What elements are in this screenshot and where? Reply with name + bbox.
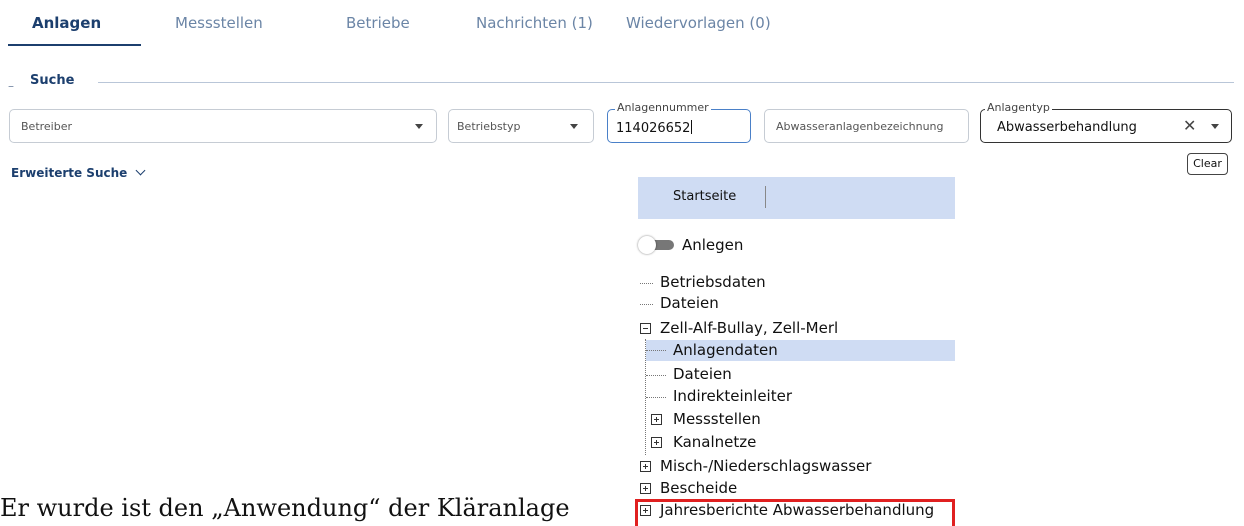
abwasseranlagenbezeichnung-input[interactable]: Abwasseranlagenbezeichnung	[764, 109, 969, 143]
toggle-knob	[638, 236, 656, 254]
active-tab-indicator	[8, 44, 141, 46]
anlegen-toggle[interactable]	[638, 236, 674, 254]
erweiterte-suche-toggle[interactable]: Erweiterte Suche	[11, 165, 146, 180]
tree-connector	[640, 304, 653, 305]
tab-betriebe[interactable]: Betriebe	[346, 14, 410, 32]
plus-box-icon[interactable]	[640, 483, 651, 494]
chevron-down-icon	[415, 124, 423, 129]
clear-icon[interactable]: ✕	[1183, 116, 1196, 135]
tab-messstellen[interactable]: Messstellen	[175, 14, 263, 32]
document-text: Er wurde ist den „Anwendung“ der Kläranl…	[0, 494, 570, 522]
tree-item-dateien-sub[interactable]: Dateien	[673, 364, 732, 385]
anlagennummer-label: Anlagennummer	[615, 101, 711, 114]
chevron-down-icon	[135, 165, 146, 176]
anlagentyp-value: Abwasserbehandlung	[997, 120, 1137, 135]
anlagennummer-value: 114026652	[616, 120, 693, 136]
tree-item-zell-alf-bullay[interactable]: Zell-Alf-Bullay, Zell-Merl	[660, 318, 838, 339]
highlight-box	[635, 499, 955, 526]
anlagentyp-select[interactable]: Anlagentyp Abwasserbehandlung ✕	[980, 101, 1232, 143]
tree-item-misch-niederschlagswasser[interactable]: Misch-/Niederschlagswasser	[660, 456, 871, 477]
betreiber-placeholder: Betreiber	[21, 120, 73, 133]
abwasser-placeholder: Abwasseranlagenbezeichnung	[776, 120, 944, 133]
chevron-down-icon	[1211, 124, 1219, 129]
tree-connector	[646, 375, 666, 376]
tab-startseite[interactable]: Startseite	[673, 189, 736, 204]
tree-item-dateien[interactable]: Dateien	[660, 293, 719, 314]
tree-item-betriebsdaten[interactable]: Betriebsdaten	[660, 272, 766, 293]
betriebstyp-select[interactable]: Betriebstyp	[448, 109, 594, 143]
tab-wiedervorlagen[interactable]: Wiedervorlagen (0)	[626, 14, 771, 32]
section-dash: –	[8, 79, 14, 93]
tree-item-anlagendaten[interactable]: Anlagendaten	[646, 340, 955, 361]
section-title-suche[interactable]: Suche	[30, 73, 74, 88]
clear-button[interactable]: Clear	[1187, 153, 1228, 175]
minus-box-icon[interactable]	[640, 323, 651, 334]
tree-connector	[640, 283, 653, 284]
divider	[765, 186, 766, 208]
tree-item-kanalnetze[interactable]: Kanalnetze	[673, 432, 756, 453]
tree-item-messstellen[interactable]: Messstellen	[673, 409, 761, 430]
anlagennummer-input[interactable]: Anlagennummer 114026652	[607, 101, 751, 143]
plus-box-icon[interactable]	[651, 414, 662, 425]
tab-nachrichten[interactable]: Nachrichten (1)	[476, 14, 593, 32]
anlagentyp-label: Anlagentyp	[985, 101, 1052, 114]
tree-connector	[646, 397, 666, 398]
panel-header: Startseite	[638, 177, 955, 219]
anlegen-label: Anlegen	[682, 236, 744, 254]
tree-panel: Startseite Anlegen Betriebsdaten Dateien…	[638, 177, 955, 526]
tree-item-indirekteinleiter[interactable]: Indirekteinleiter	[673, 386, 792, 407]
betriebstyp-placeholder: Betriebstyp	[457, 120, 521, 133]
section-divider	[98, 82, 1234, 83]
plus-box-icon[interactable]	[651, 437, 662, 448]
betreiber-select[interactable]: Betreiber	[9, 109, 437, 143]
tree-item-bescheide[interactable]: Bescheide	[660, 478, 737, 499]
plus-box-icon[interactable]	[640, 461, 651, 472]
tab-anlagen[interactable]: Anlagen	[32, 14, 101, 32]
chevron-down-icon	[570, 124, 578, 129]
